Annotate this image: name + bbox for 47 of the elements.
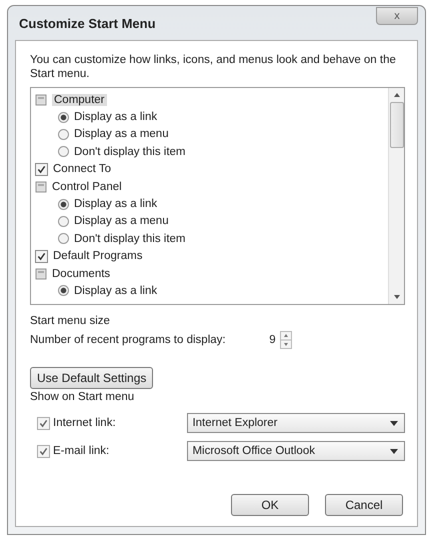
scrollbar-thumb[interactable] xyxy=(390,102,404,148)
option-label: Default Programs xyxy=(53,250,142,262)
description-text: You can customize how links, icons, and menus look and behave on the Start menu. xyxy=(30,53,397,81)
item-icon xyxy=(35,180,47,193)
spinner-icon[interactable] xyxy=(280,331,292,349)
checkbox[interactable] xyxy=(37,416,50,430)
field-label: Internet link: xyxy=(53,417,117,429)
radio-button[interactable] xyxy=(58,112,69,123)
option-label: Display as a menu xyxy=(74,128,169,140)
radio-button[interactable] xyxy=(58,285,69,296)
dropdown-arrow-icon xyxy=(390,420,398,426)
group-label[interactable]: Computer xyxy=(52,94,106,106)
window-title: Customize Start Menu xyxy=(19,16,156,30)
option-label: Don't display this item xyxy=(74,232,186,245)
radio-button[interactable] xyxy=(58,146,69,158)
number-field[interactable]: 9 xyxy=(258,334,276,346)
field-label: Number of recent programs to display: xyxy=(30,334,226,346)
checkbox[interactable] xyxy=(35,250,48,263)
scrollbar[interactable] xyxy=(388,88,404,304)
dialog-button[interactable]: Cancel xyxy=(325,494,403,516)
dropdown[interactable]: Microsoft Office Outlook xyxy=(187,441,405,461)
radio-button[interactable] xyxy=(58,128,69,140)
radio-button[interactable] xyxy=(58,216,69,227)
option-label: Don't display this item xyxy=(74,146,186,158)
field-label: E-mail link: xyxy=(53,445,110,457)
radio-button[interactable] xyxy=(58,198,69,210)
item-icon xyxy=(35,94,47,106)
option-label: Display as a link xyxy=(74,284,158,297)
checkbox[interactable] xyxy=(35,162,48,176)
option-label: Display as a link xyxy=(74,198,158,210)
scroll-up-icon[interactable] xyxy=(394,93,400,97)
checkbox[interactable] xyxy=(37,444,50,458)
group-label[interactable]: Documents xyxy=(52,268,110,280)
option-label: Connect To xyxy=(53,163,111,176)
dropdown-arrow-icon xyxy=(390,448,398,454)
dropdown[interactable]: Internet Explorer xyxy=(187,413,405,433)
option-label: Display as a menu xyxy=(74,215,169,228)
dialog-button[interactable]: OK xyxy=(231,494,309,516)
close-button[interactable]: x xyxy=(376,7,418,25)
radio-button[interactable] xyxy=(58,233,69,244)
scroll-down-icon[interactable] xyxy=(394,295,400,299)
section-heading: Start menu size xyxy=(30,315,111,327)
group-label[interactable]: Control Panel xyxy=(52,180,122,193)
default-settings-button[interactable]: Use Default Settings xyxy=(30,367,154,389)
item-icon xyxy=(35,268,47,280)
option-label: Display as a link xyxy=(74,111,158,124)
section-heading: Show on Start menu xyxy=(30,391,136,403)
